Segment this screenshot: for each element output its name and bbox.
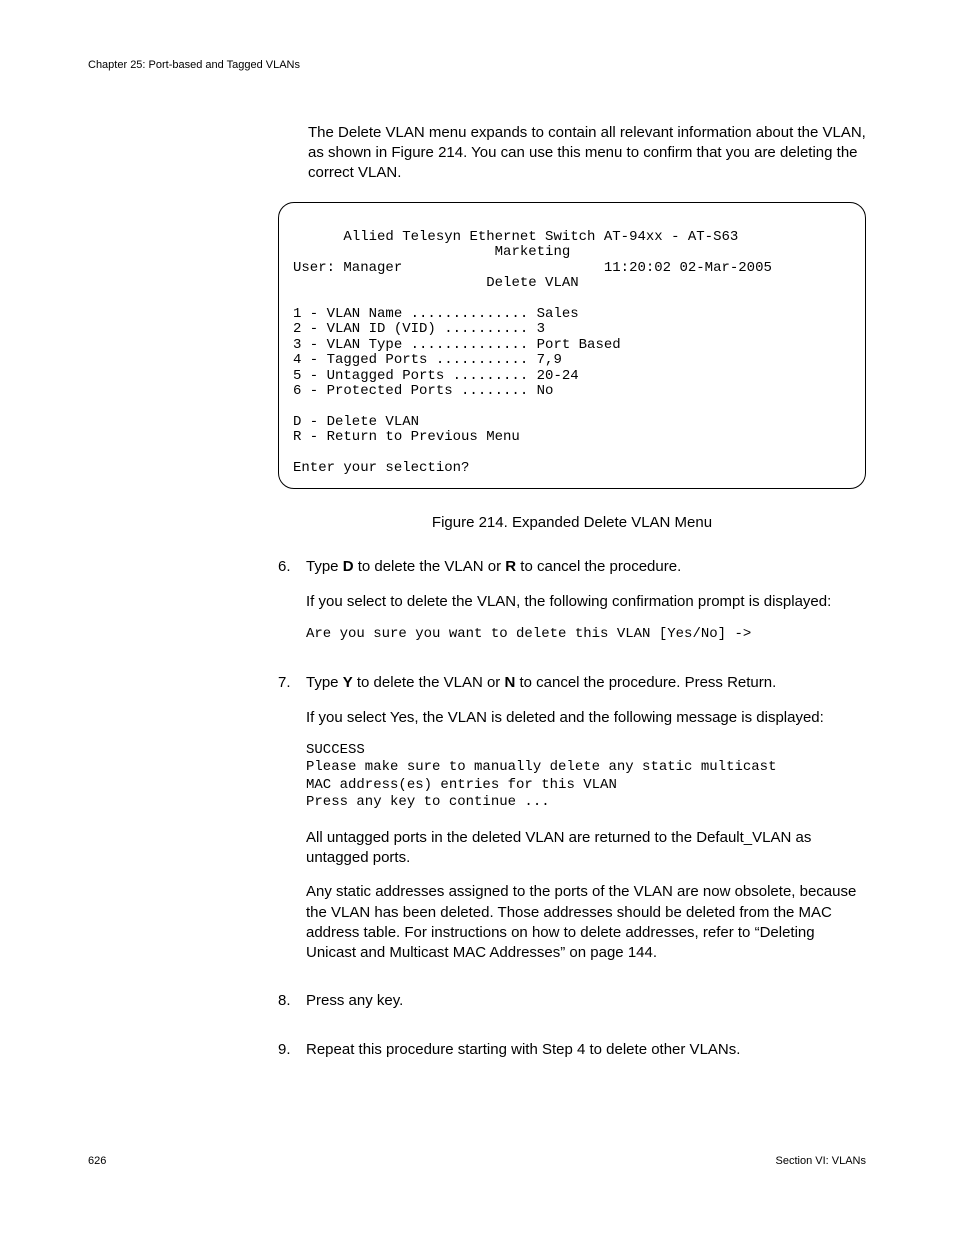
- code-block: SUCCESS Please make sure to manually del…: [306, 742, 866, 812]
- code-block: Are you sure you want to delete this VLA…: [306, 626, 866, 644]
- step-text: Press any key.: [306, 991, 866, 1011]
- step-text: Type Y to delete the VLAN or N to cancel…: [306, 673, 866, 693]
- step-number: 8.: [278, 991, 306, 1025]
- chapter-header: Chapter 25: Port-based and Tagged VLANs: [88, 58, 866, 73]
- step-8: 8. Press any key.: [278, 991, 866, 1025]
- term-line-3: 3 - VLAN Type .............. Port Based: [293, 337, 621, 353]
- term-cmd-r: R - Return to Previous Menu: [293, 429, 520, 445]
- term-user: User: Manager: [293, 260, 402, 276]
- step-text: Type D to delete the VLAN or R to cancel…: [306, 557, 866, 577]
- terminal-window: Allied Telesyn Ethernet Switch AT-94xx -…: [278, 202, 866, 490]
- step-9: 9. Repeat this procedure starting with S…: [278, 1040, 866, 1074]
- section-label: Section VI: VLANs: [776, 1154, 867, 1169]
- step-text: Any static addresses assigned to the por…: [306, 882, 866, 963]
- step-number: 6.: [278, 557, 306, 659]
- term-cmd-d: D - Delete VLAN: [293, 414, 419, 430]
- step-text: All untagged ports in the deleted VLAN a…: [306, 828, 866, 869]
- step-number: 9.: [278, 1040, 306, 1074]
- term-menu-title: Delete VLAN: [486, 275, 578, 291]
- page-number: 626: [88, 1154, 106, 1169]
- term-line-2: 2 - VLAN ID (VID) .......... 3: [293, 321, 545, 337]
- step-6: 6. Type D to delete the VLAN or R to can…: [278, 557, 866, 659]
- step-text: If you select Yes, the VLAN is deleted a…: [306, 708, 866, 728]
- term-line-1: 1 - VLAN Name .............. Sales: [293, 306, 579, 322]
- term-prompt: Enter your selection?: [293, 460, 469, 476]
- term-line-6: 6 - Protected Ports ........ No: [293, 383, 553, 399]
- figure-caption: Figure 214. Expanded Delete VLAN Menu: [278, 513, 866, 533]
- step-text: If you select to delete the VLAN, the fo…: [306, 592, 866, 612]
- step-number: 7.: [278, 673, 306, 977]
- step-7: 7. Type Y to delete the VLAN or N to can…: [278, 673, 866, 977]
- page-footer: 626 Section VI: VLANs: [88, 1154, 866, 1169]
- term-title: Allied Telesyn Ethernet Switch AT-94xx -…: [293, 229, 738, 260]
- term-line-4: 4 - Tagged Ports ........... 7,9: [293, 352, 562, 368]
- step-text: Repeat this procedure starting with Step…: [306, 1040, 866, 1060]
- intro-paragraph: The Delete VLAN menu expands to contain …: [308, 123, 866, 184]
- term-line-5: 5 - Untagged Ports ......... 20-24: [293, 368, 579, 384]
- term-datetime: 11:20:02 02-Mar-2005: [604, 260, 772, 276]
